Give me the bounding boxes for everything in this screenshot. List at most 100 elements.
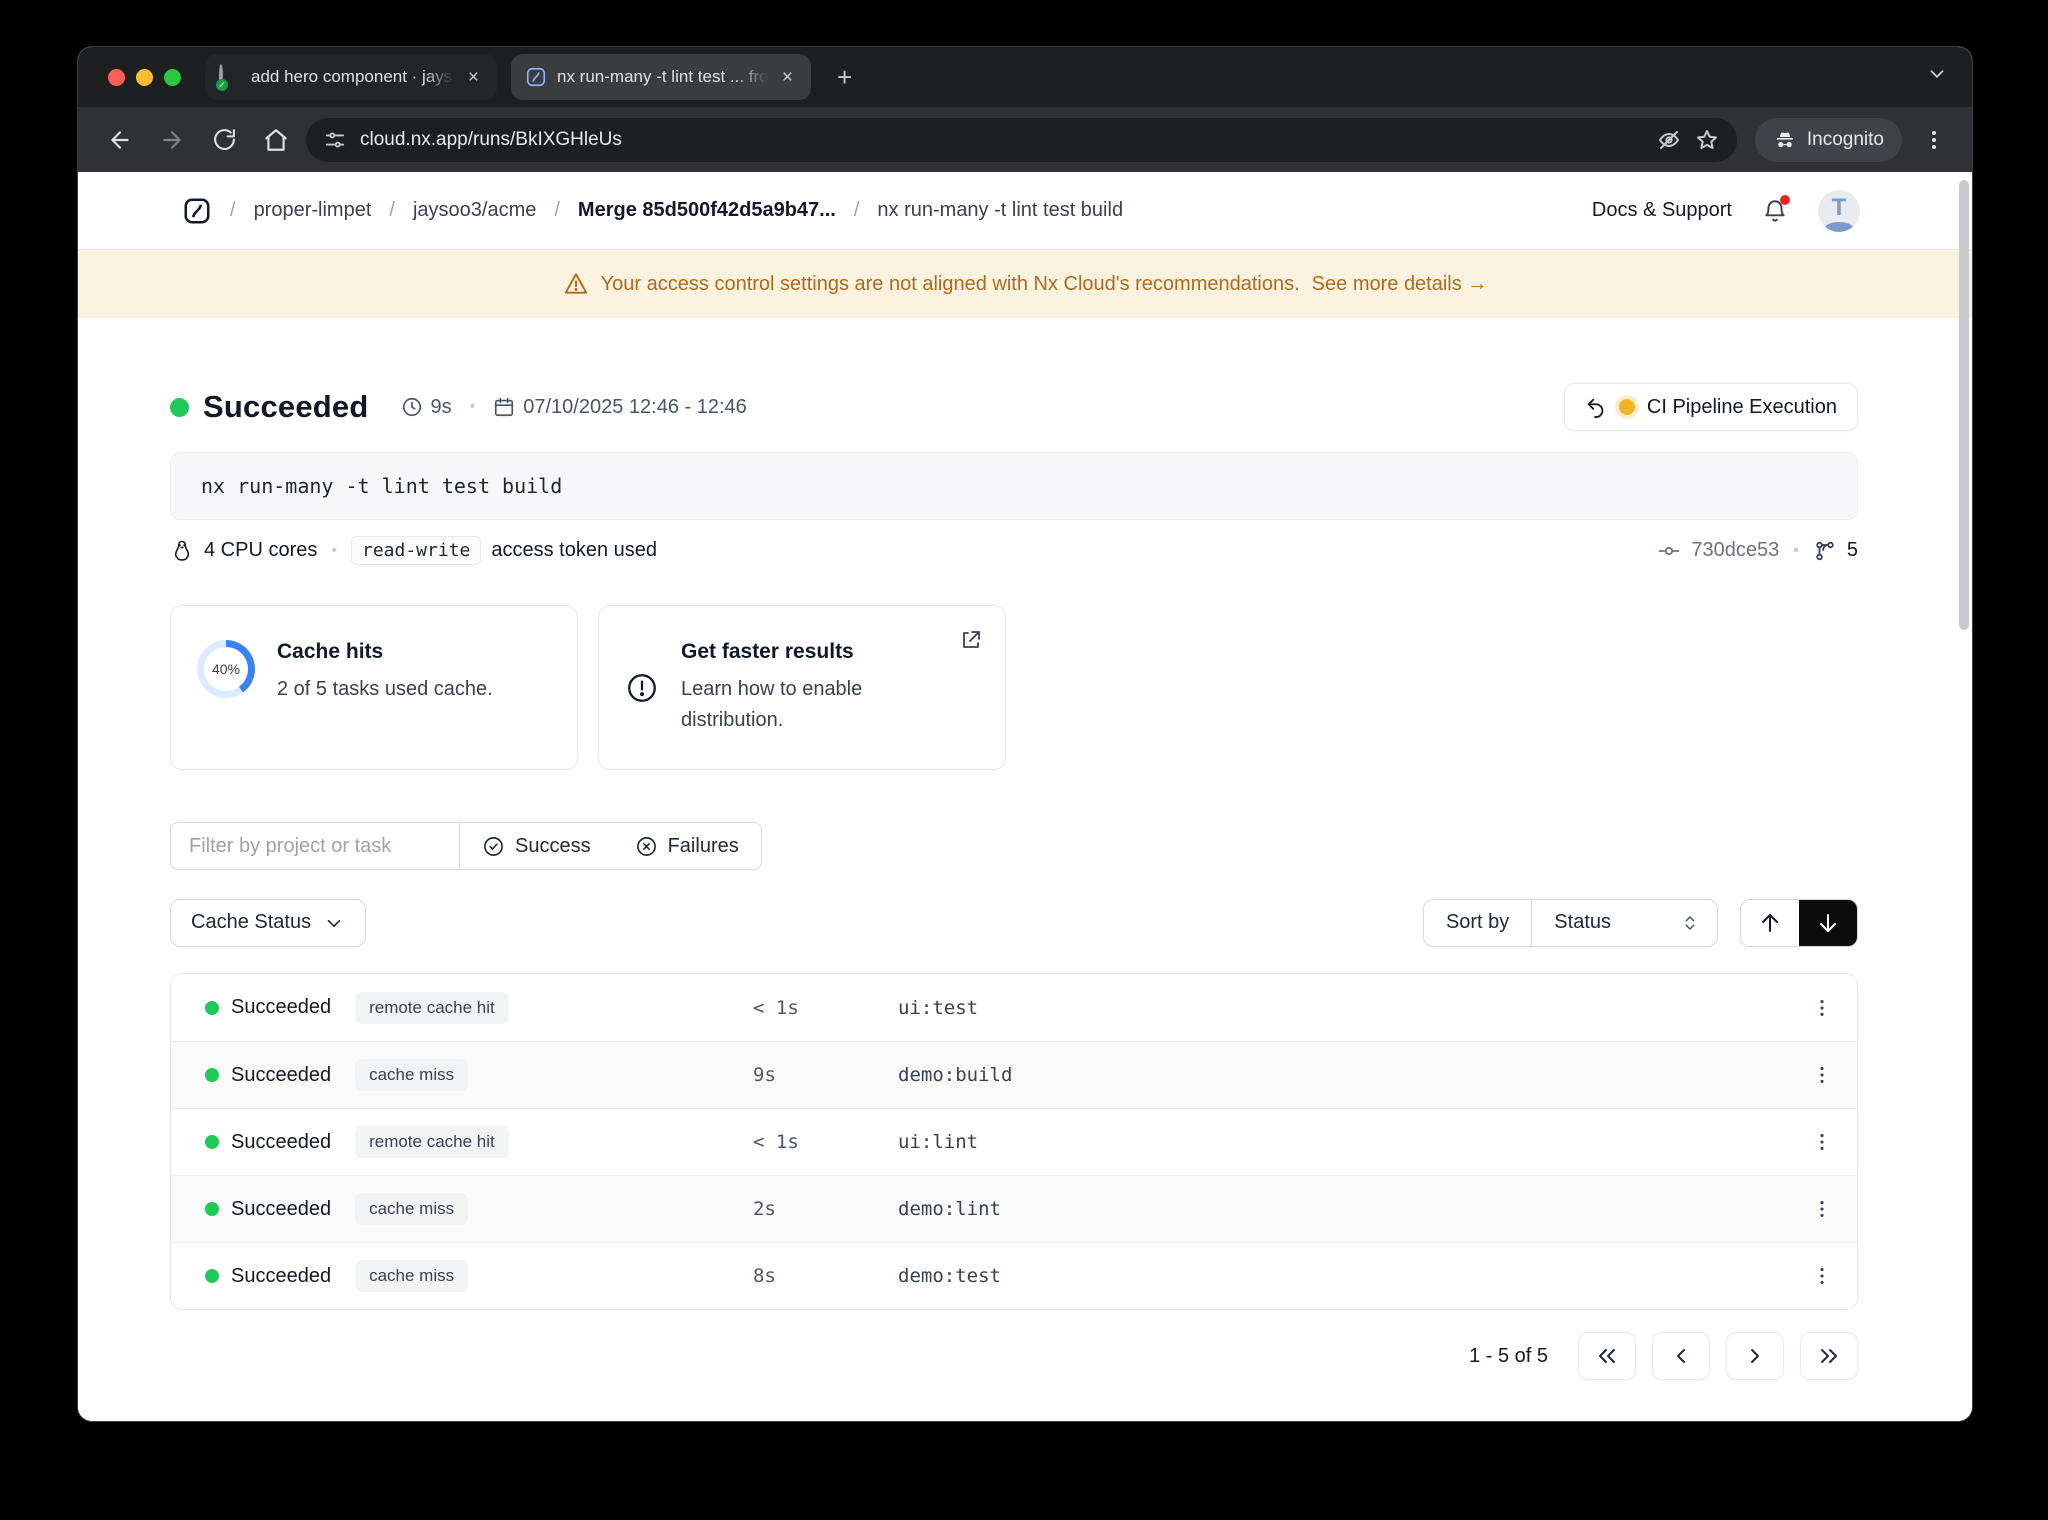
- breadcrumb-run[interactable]: nx run-many -t lint test build: [877, 199, 1123, 222]
- arrow-down-icon: [1820, 913, 1836, 932]
- pagination-range: 1 - 5 of 5: [1469, 1344, 1548, 1367]
- table-row[interactable]: Succeeded cache miss 9s demo:build: [171, 1041, 1857, 1108]
- sort-row: Cache Status Sort by Status: [170, 898, 1858, 947]
- row-task[interactable]: ui:lint: [898, 1131, 1787, 1153]
- bookmark-star-icon[interactable]: [1695, 128, 1719, 152]
- notifications-bell-icon[interactable]: [1762, 194, 1790, 224]
- row-menu-icon[interactable]: [1787, 1265, 1857, 1287]
- forward-button[interactable]: [150, 118, 194, 162]
- row-task[interactable]: ui:test: [898, 997, 1787, 1019]
- row-menu-icon[interactable]: [1787, 1198, 1857, 1220]
- browser-toolbar: cloud.nx.app/runs/BkIXGHleUs Incognito: [78, 107, 1972, 172]
- sort-direction-toggle: [1740, 898, 1858, 947]
- home-button[interactable]: [254, 118, 298, 162]
- breadcrumb-workspace[interactable]: proper-limpet: [254, 199, 372, 222]
- cache-hits-card[interactable]: 40% Cache hits 2 of 5 tasks used cache.: [170, 605, 578, 770]
- cache-badge: cache miss: [355, 1193, 469, 1225]
- docs-support-link[interactable]: Docs & Support: [1592, 199, 1732, 222]
- table-row[interactable]: Succeeded cache miss 8s demo:test: [171, 1242, 1857, 1309]
- avatar-letter: T: [1831, 193, 1847, 221]
- row-menu-icon[interactable]: [1787, 1131, 1857, 1153]
- notification-dot: [1780, 194, 1790, 205]
- site-settings-icon[interactable]: [324, 129, 346, 151]
- faster-results-line1: Learn how to enable: [681, 678, 863, 700]
- nx-logo-icon[interactable]: [182, 196, 212, 226]
- tab-title: add hero component · jaysoo3: [251, 67, 454, 86]
- chevron-left-icon: [1677, 1349, 1685, 1363]
- double-chevron-left-icon: [1599, 1349, 1615, 1363]
- banner-details-link[interactable]: See more details →: [1312, 273, 1488, 296]
- breadcrumb-separator: /: [853, 199, 860, 221]
- new-tab-button[interactable]: +: [829, 62, 860, 93]
- breadcrumb: / proper-limpet / jaysoo3/acme / Merge 8…: [182, 196, 1123, 226]
- tab-title: nx run-many -t lint test ... fro: [557, 67, 768, 86]
- table-row[interactable]: Succeeded remote cache hit < 1s ui:test: [171, 974, 1857, 1041]
- cache-badge: remote cache hit: [355, 1126, 509, 1158]
- row-menu-icon[interactable]: [1787, 997, 1857, 1019]
- nx-cloud-page: / proper-limpet / jaysoo3/acme / Merge 8…: [78, 172, 1972, 1421]
- status-dot: [205, 1202, 219, 1216]
- cache-hits-ring: 40%: [197, 640, 255, 698]
- status-dot: [205, 1135, 219, 1149]
- tab-search-chevron-icon[interactable]: [1926, 63, 1948, 85]
- row-duration: 9s: [753, 1064, 776, 1086]
- cache-status-dropdown[interactable]: Cache Status: [170, 898, 367, 947]
- row-menu-icon[interactable]: [1787, 1064, 1857, 1086]
- close-tab-icon[interactable]: ×: [464, 66, 483, 89]
- sort-by-label: Sort by: [1424, 899, 1533, 946]
- eye-off-icon[interactable]: [1657, 128, 1681, 152]
- filter-success-button[interactable]: Success: [459, 822, 613, 870]
- run-detail-main: Succeeded 9s • 07/10/2025 12:46 - 12:46 …: [78, 318, 1972, 1421]
- external-link-icon[interactable]: [959, 628, 983, 652]
- access-token-badge: read-write: [350, 536, 482, 565]
- sort-descending-button[interactable]: [1799, 899, 1857, 946]
- status-dot: [205, 1000, 219, 1015]
- commit-sha[interactable]: 730dce53: [1691, 539, 1779, 562]
- sort-ascending-button[interactable]: [1741, 899, 1799, 946]
- row-task[interactable]: demo:build: [898, 1064, 1787, 1086]
- last-page-button[interactable]: [1800, 1332, 1858, 1380]
- github-favicon: ✓: [216, 64, 241, 91]
- zoom-window-button[interactable]: [164, 68, 181, 86]
- address-bar[interactable]: cloud.nx.app/runs/BkIXGHleUs: [306, 117, 1737, 162]
- run-command-box: nx run-many -t lint test build: [170, 452, 1858, 520]
- row-task[interactable]: demo:test: [898, 1265, 1787, 1287]
- close-window-button[interactable]: [108, 68, 125, 86]
- banner-text: Your access control settings are not ali…: [600, 272, 1300, 295]
- row-task[interactable]: demo:lint: [898, 1198, 1787, 1220]
- run-command: nx run-many -t lint test build: [201, 474, 563, 498]
- avatar[interactable]: T: [1818, 189, 1860, 232]
- page-scrollbar[interactable]: [1959, 180, 1969, 630]
- minimize-window-button[interactable]: [136, 68, 153, 86]
- close-tab-icon[interactable]: ×: [778, 66, 797, 89]
- back-button[interactable]: [98, 118, 142, 162]
- run-status-title: Succeeded: [203, 389, 369, 424]
- table-row[interactable]: Succeeded remote cache hit < 1s ui:lint: [171, 1108, 1857, 1175]
- dot-separator: •: [1793, 541, 1799, 559]
- first-page-button[interactable]: [1578, 1332, 1636, 1380]
- breadcrumb-repo[interactable]: jaysoo3/acme: [413, 199, 536, 222]
- tab-nx-run[interactable]: nx run-many -t lint test ... fro ×: [511, 54, 811, 100]
- ci-pipeline-execution-button[interactable]: CI Pipeline Execution: [1563, 383, 1858, 431]
- row-duration: 8s: [753, 1265, 776, 1287]
- reload-button[interactable]: [202, 118, 246, 162]
- breadcrumb-cipe[interactable]: Merge 85d500f42d5a9b47...: [578, 199, 836, 222]
- chevron-right-icon: [1751, 1349, 1759, 1363]
- browser-menu-icon[interactable]: [1916, 128, 1952, 152]
- run-meta-row: 4 CPU cores • read-write access token us…: [170, 536, 1858, 565]
- prev-page-button[interactable]: [1652, 1332, 1710, 1380]
- next-page-button[interactable]: [1726, 1332, 1784, 1380]
- row-duration: 2s: [753, 1198, 776, 1220]
- summary-cards: 40% Cache hits 2 of 5 tasks used cache. …: [170, 605, 1858, 770]
- select-chevrons-icon: [1685, 915, 1695, 930]
- status-dot: [205, 1269, 219, 1283]
- tab-github-pr[interactable]: ✓ add hero component · jaysoo3 ×: [205, 54, 497, 100]
- alert-circle-icon: [625, 671, 659, 705]
- sort-by-select[interactable]: Status: [1532, 900, 1717, 946]
- task-filter-input[interactable]: [170, 822, 459, 870]
- incognito-icon: [1776, 132, 1793, 147]
- run-date-range: 07/10/2025 12:46 - 12:46: [493, 396, 747, 419]
- get-faster-results-card[interactable]: Get faster results Learn how to enable d…: [598, 605, 1006, 770]
- filter-failures-button[interactable]: Failures: [612, 822, 762, 870]
- table-row[interactable]: Succeeded cache miss 2s demo:lint: [171, 1175, 1857, 1242]
